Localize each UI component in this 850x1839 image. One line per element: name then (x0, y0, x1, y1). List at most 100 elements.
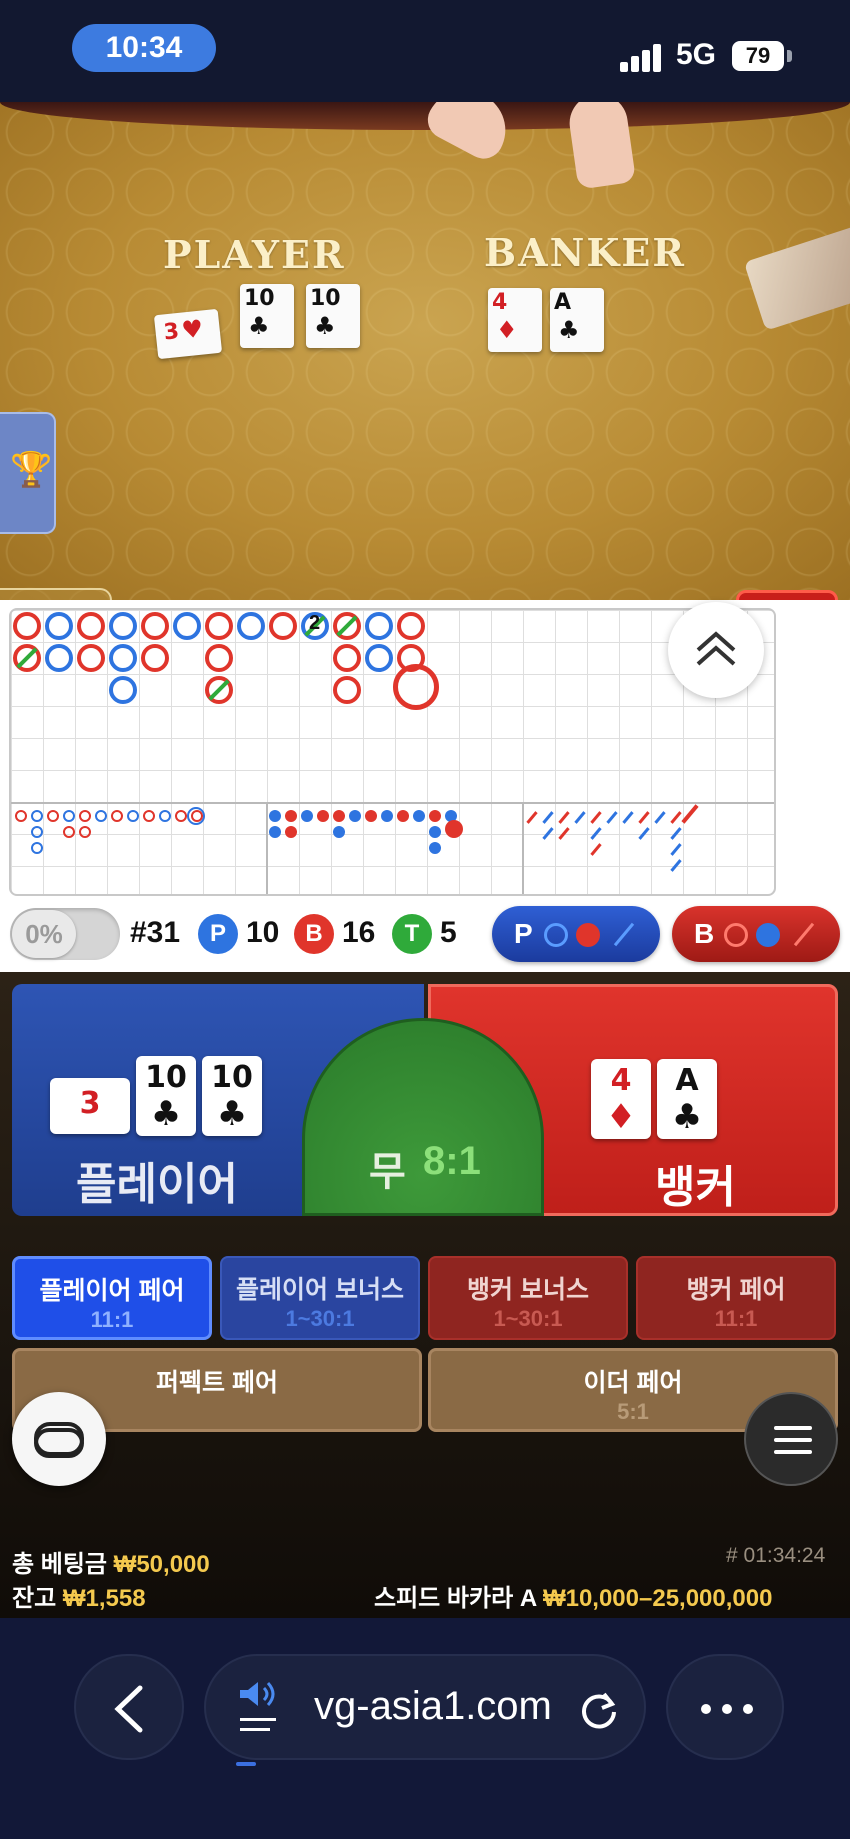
player-bead (109, 644, 137, 672)
speaker-icon (240, 1681, 276, 1731)
chip-tray-button[interactable] (12, 1392, 106, 1486)
banker-bead (77, 612, 105, 640)
tie-count-badge: T (392, 914, 432, 954)
small-road-mark (269, 826, 281, 838)
percent-toggle[interactable]: 0% (10, 908, 120, 960)
small-road-mark (429, 810, 441, 822)
cockroach-mark (574, 811, 586, 824)
menu-button[interactable] (744, 1392, 838, 1486)
player-bonus-bet[interactable]: 플레이어 보너스 1~30:1 (220, 1256, 420, 1340)
small-road-mark (317, 810, 329, 822)
player-bead (45, 644, 73, 672)
banker-bead (205, 612, 233, 640)
player-score: 3 (0, 588, 112, 600)
signal-icon (620, 44, 664, 72)
small-road-mark (365, 810, 377, 822)
ellipsis-icon (701, 1704, 753, 1714)
cockroach-mark (590, 827, 602, 840)
small-road-mark (445, 820, 463, 838)
player-count-badge: P (198, 914, 238, 954)
battery-icon: 79 (732, 41, 784, 71)
browser-toolbar: vg-asia1.com (0, 1618, 850, 1839)
tie-odds: 8:1 (423, 1139, 481, 1183)
table-card: 3 ♥ (153, 308, 223, 360)
banker-bonus-bet[interactable]: 뱅커 보너스 1~30:1 (428, 1256, 628, 1340)
predict-hollow-icon (724, 923, 748, 947)
big-eye-mark (111, 810, 123, 822)
player-bead (109, 612, 137, 640)
banker-bet-label: 뱅커 (655, 1163, 736, 1212)
big-eye-mark (15, 810, 27, 822)
status-bar: 10:34 5G 79 (0, 0, 850, 102)
banker-card: 4 ♦ (591, 1059, 651, 1139)
big-eye-mark (187, 807, 205, 825)
banker-pair-bet[interactable]: 뱅커 페어 11:1 (636, 1256, 836, 1340)
banker-bead (269, 612, 297, 640)
table-card: 10 ♣ (240, 284, 294, 348)
player-card: 10 ♣ (202, 1056, 262, 1136)
betting-area: 3 10 ♣ 10 ♣ 플레이어 4 ♦ A ♣ 뱅커 무 8:1 플레이어 페… (0, 972, 850, 1618)
cockroach-mark (526, 811, 538, 824)
banker-bead (397, 612, 425, 640)
player-bead (109, 676, 137, 704)
network-label: 5G (676, 38, 717, 71)
tie-count: 5 (440, 916, 457, 949)
cockroach-mark (638, 827, 650, 840)
player-pair-bet[interactable]: 플레이어 페어 11:1 (12, 1256, 212, 1340)
total-bet-value: ₩50,000 (113, 1551, 210, 1578)
banker-bead (333, 676, 361, 704)
small-road-mark (381, 810, 393, 822)
more-button[interactable] (666, 1654, 784, 1760)
small-road-mark (285, 826, 297, 838)
menu-icon (774, 1426, 812, 1430)
road-divider (11, 802, 774, 804)
back-button[interactable] (74, 1654, 184, 1760)
footer-total-bet: 총 베팅금 ₩50,000 (12, 1544, 210, 1579)
table-card: 4 ♦ (488, 288, 542, 352)
cockroach-mark (670, 859, 682, 872)
big-eye-mark (31, 842, 43, 854)
big-eye-mark (63, 826, 75, 838)
player-card: 3 (50, 1078, 130, 1134)
cockroach-mark (606, 811, 618, 824)
predict-slash-icon (793, 922, 815, 947)
player-table-label: PLAYER (163, 232, 346, 277)
cockroach-mark (654, 811, 666, 824)
battery-tip (787, 50, 792, 62)
player-bead (173, 612, 201, 640)
banker-predict-button[interactable]: B (672, 906, 840, 962)
big-eye-mark (95, 810, 107, 822)
total-bet-label: 총 베팅금 (12, 1551, 107, 1578)
road-grid: 2 (9, 608, 776, 896)
cockroach-mark (670, 811, 682, 824)
address-bar[interactable]: vg-asia1.com (204, 1654, 646, 1760)
footer-table-info: 스피드 바카라 A ₩10,000–25,000,000 (374, 1578, 772, 1613)
collapse-roadmap-button[interactable] (668, 602, 764, 698)
big-eye-mark (143, 810, 155, 822)
felt-pattern (0, 102, 850, 600)
cockroach-mark (670, 827, 682, 840)
small-road-mark (429, 842, 441, 854)
player-bead (365, 612, 393, 640)
balance-label: 잔고 (12, 1585, 57, 1612)
road-divider (522, 802, 524, 894)
player-predict-button[interactable]: P (492, 906, 660, 962)
trophy-icon: 🏆 (10, 451, 53, 489)
leaderboard-tab[interactable]: 🏆 (0, 412, 56, 534)
round-id: # 01:34:24 (726, 1544, 826, 1567)
road-divider (266, 802, 268, 894)
footer-balance: 잔고 ₩1,558 (12, 1578, 146, 1613)
small-road-mark (349, 810, 361, 822)
big-eye-mark (63, 810, 75, 822)
bet-limits: ₩10,000–25,000,000 (542, 1585, 773, 1612)
banker-score: 5 (736, 590, 838, 600)
small-road-mark (429, 826, 441, 838)
chevron-up-icon (696, 631, 736, 666)
page-load-progress (236, 1762, 256, 1766)
big-eye-mark (159, 810, 171, 822)
big-eye-mark (175, 810, 187, 822)
balance-value: ₩1,558 (62, 1585, 146, 1612)
dealer-right-hand (565, 102, 637, 190)
banker-card: A ♣ (657, 1059, 717, 1139)
banker-bead (13, 612, 41, 640)
